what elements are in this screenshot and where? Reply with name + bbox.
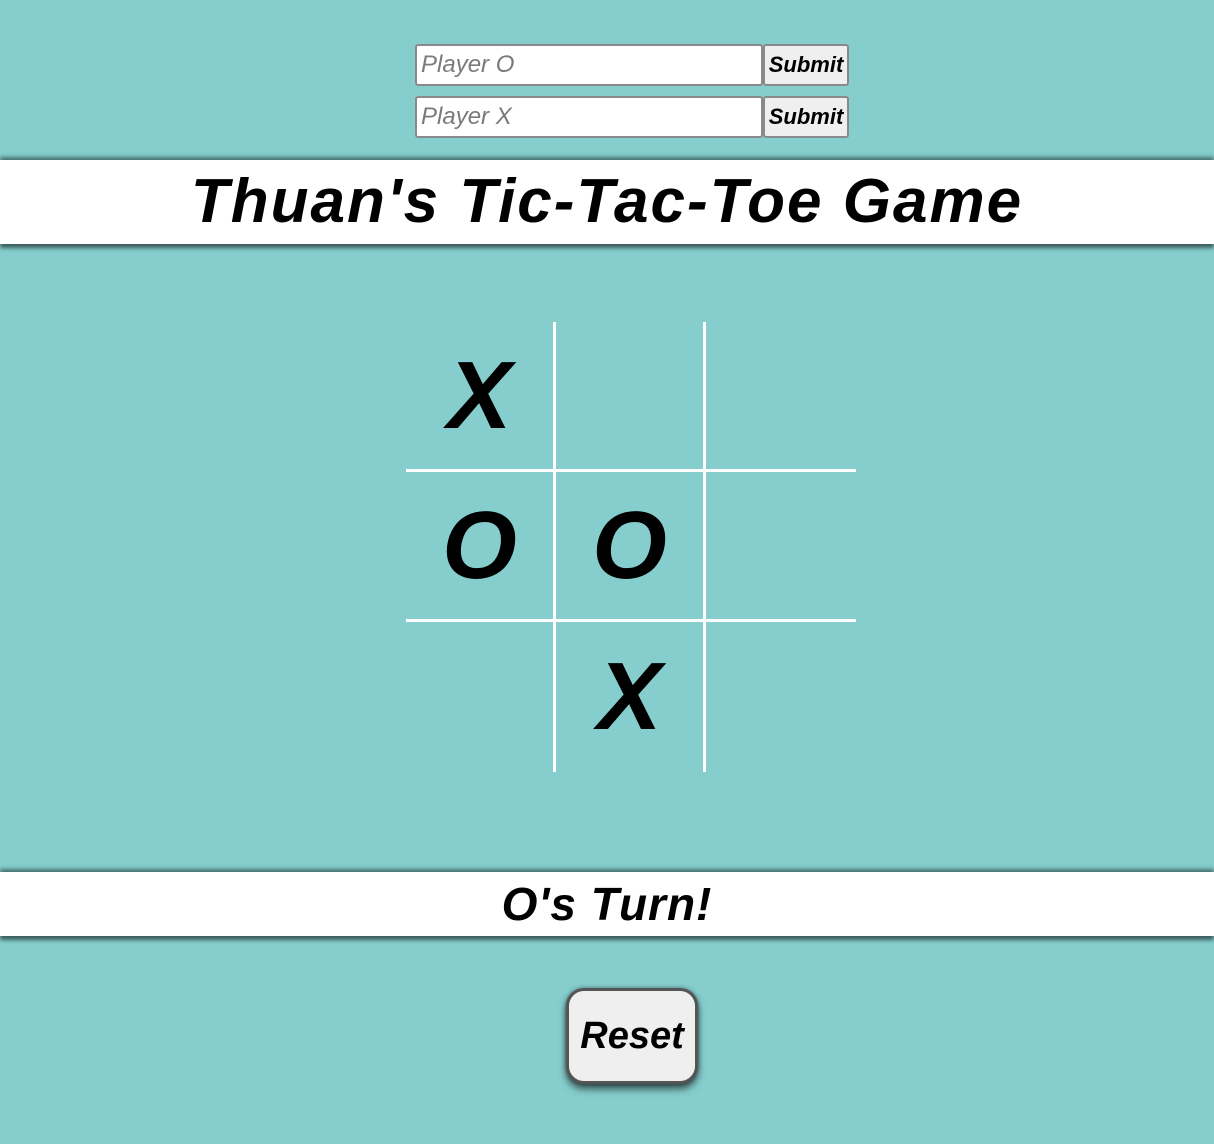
player-x-submit-button[interactable]: Submit <box>763 96 849 138</box>
player-o-name-input[interactable] <box>415 44 763 86</box>
status-banner: O's Turn! <box>0 872 1214 936</box>
board-cell-3[interactable] <box>706 322 856 472</box>
player-o-submit-button[interactable]: Submit <box>763 44 849 86</box>
board-cell-9[interactable] <box>706 622 856 772</box>
board-cell-2[interactable] <box>556 322 706 472</box>
board-cell-1[interactable]: X <box>406 322 556 472</box>
turn-status: O's Turn! <box>501 878 713 930</box>
game-board: X O O X <box>406 322 858 774</box>
page-title: Thuan's Tic-Tac-Toe Game <box>190 167 1024 236</box>
player-x-form: Submit <box>415 96 849 138</box>
board-cell-6[interactable] <box>706 472 856 622</box>
player-x-name-input[interactable] <box>415 96 763 138</box>
title-banner: Thuan's Tic-Tac-Toe Game <box>0 160 1214 244</box>
board-cell-5[interactable]: O <box>556 472 706 622</box>
board-cell-7[interactable] <box>406 622 556 772</box>
player-o-form: Submit <box>415 44 849 86</box>
board-cell-8[interactable]: X <box>556 622 706 772</box>
board-cell-4[interactable]: O <box>406 472 556 622</box>
reset-button[interactable]: Reset <box>566 988 698 1084</box>
